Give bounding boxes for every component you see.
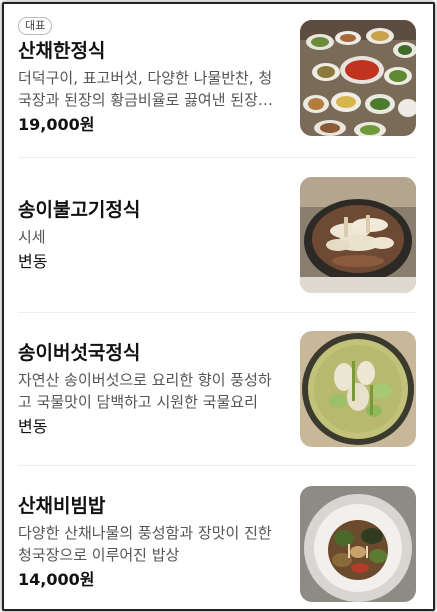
bibimbap-bowl-photo[interactable] [300,486,416,602]
menu-item-name: 산채한정식 [18,40,106,62]
bulgogi-hotpot-photo[interactable] [300,177,416,293]
menu-item-songi-beoseotguk[interactable]: 송이버섯국정식 자연산 송이버섯으로 요리한 향이 풍성하고 국물맛이 담백하고… [18,313,416,466]
menu-item-price: 변동 [18,252,48,271]
menu-frame: 대표 산채한정식 더덕구이, 표고버섯, 다양한 나물반찬, 청국장과 된장의 … [2,2,435,611]
menu-item-text: 송이불고기정식 시세 변동 [18,198,283,273]
mushroom-soup-photo[interactable] [300,331,416,447]
menu-item-sanchae-hanjeongsik[interactable]: 대표 산채한정식 더덕구이, 표고버섯, 다양한 나물반찬, 청국장과 된장의 … [18,14,416,158]
menu-item-name: 산채비빔밥 [18,495,106,517]
menu-item-description: 시세 [18,228,46,246]
menu-item-price: 변동 [18,417,48,436]
menu-item-text: 산채비빔밥 다양한 산채나물의 풍성함과 장맛이 진한 청국장으로 이루어진 밥… [18,494,283,591]
korean-table-set-photo[interactable] [300,20,416,136]
menu-item-sanchae-bibimbap[interactable]: 산채비빔밥 다양한 산채나물의 풍성함과 장맛이 진한 청국장으로 이루어진 밥… [18,466,416,609]
signature-badge: 대표 [18,17,53,35]
menu-item-songi-bulgogi[interactable]: 송이불고기정식 시세 변동 [18,158,416,313]
menu-item-description: 자연산 송이버섯으로 요리한 향이 풍성하고 국물맛이 담백하고 시원한 국물요… [18,371,272,411]
menu-item-text: 송이버섯국정식 자연산 송이버섯으로 요리한 향이 풍성하고 국물맛이 담백하고… [18,341,283,438]
menu-item-name: 송이불고기정식 [18,199,141,221]
menu-list: 대표 산채한정식 더덕구이, 표고버섯, 다양한 나물반찬, 청국장과 된장의 … [4,4,433,609]
menu-item-text: 대표 산채한정식 더덕구이, 표고버섯, 다양한 나물반찬, 청국장과 된장의 … [18,14,283,136]
menu-item-price: 19,000원 [18,115,95,134]
menu-item-description: 다양한 산채나물의 풍성함과 장맛이 진한 청국장으로 이루어진 밥상 [18,524,272,564]
menu-item-description: 더덕구이, 표고버섯, 다양한 나물반찬, 청국장과 된장의 황금비율로 끓여낸… [18,69,273,109]
menu-item-price: 14,000원 [18,570,95,589]
menu-item-name: 송이버섯국정식 [18,342,141,364]
